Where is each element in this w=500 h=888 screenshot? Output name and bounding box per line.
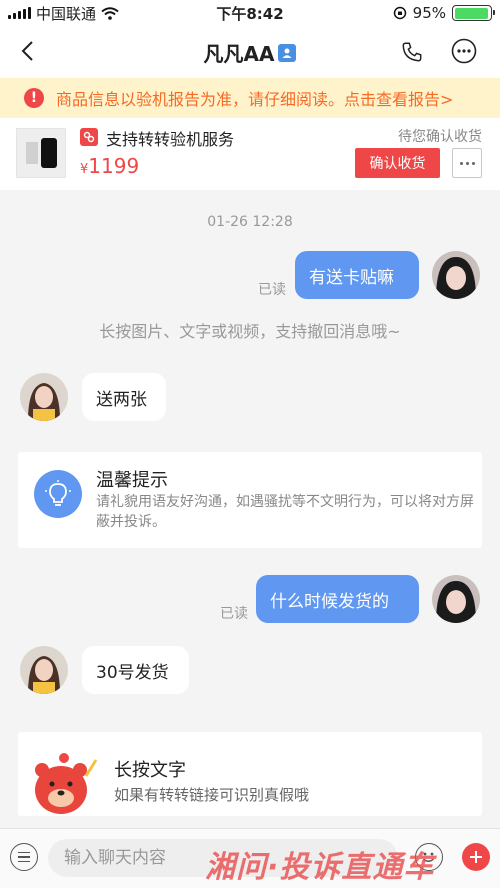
message-bubble-incoming[interactable]: 送两张 xyxy=(82,373,166,421)
tip-title: 温馨提示 xyxy=(96,470,168,491)
inspection-service-icon xyxy=(80,128,98,146)
product-price: ¥1199 xyxy=(80,154,139,178)
alert-icon: ! xyxy=(24,88,44,108)
contact-avatar[interactable] xyxy=(20,646,68,694)
status-right: 95% xyxy=(393,4,495,22)
orientation-lock-icon xyxy=(393,6,406,20)
notice-text: 商品信息以验机报告为准，请仔细阅读。点击查看报告> xyxy=(56,90,454,109)
promo-subtitle: 如果有转转链接可识别真假哦 xyxy=(114,786,310,804)
product-thumbnail[interactable] xyxy=(16,128,66,178)
order-product-bar: 支持转转验机服务 ¥1199 待您确认收货 确认收货 xyxy=(0,118,500,190)
order-status: 待您确认收货 xyxy=(398,129,482,145)
battery-percent: 95% xyxy=(412,4,446,22)
contact-avatar[interactable] xyxy=(20,373,68,421)
battery-fill xyxy=(454,7,488,19)
product-box-shape xyxy=(25,142,38,164)
read-receipt: 已读 xyxy=(220,606,248,622)
bear-mascot-icon xyxy=(28,750,100,816)
read-receipt: 已读 xyxy=(258,282,286,298)
chat-input[interactable] xyxy=(48,839,398,877)
warm-tip-card: 温馨提示 请礼貌用语友好沟通，如遇骚扰等不文明行为，可以将对方屏蔽并投诉。 xyxy=(18,452,482,548)
menu-icon[interactable] xyxy=(10,843,38,871)
tip-body: 请礼貌用语友好沟通，如遇骚扰等不文明行为，可以将对方屏蔽并投诉。 xyxy=(96,494,474,530)
back-button[interactable] xyxy=(12,36,42,66)
long-press-tip-card: 长按文字 如果有转转链接可识别真假哦 xyxy=(18,732,482,816)
recall-hint: 长按图片、文字或视频，支持撤回消息哦~ xyxy=(99,322,401,341)
status-bar: 中国联通 下午8:42 95% xyxy=(0,0,500,26)
price-value: 1199 xyxy=(88,154,140,178)
call-button[interactable] xyxy=(396,36,428,68)
carrier-name: 中国联通 xyxy=(36,4,97,23)
lightbulb-icon xyxy=(34,470,82,518)
nav-bar: 凡凡AA xyxy=(0,26,500,78)
promo-title: 长按文字 xyxy=(114,760,186,781)
input-bar xyxy=(0,828,500,888)
message-bubble-outgoing[interactable]: 有送卡贴嘛 xyxy=(295,251,419,299)
signal-icon xyxy=(8,7,31,19)
chat-timestamp: 01-26 12:28 xyxy=(207,214,293,230)
more-circle-icon xyxy=(451,38,477,64)
message-bubble-incoming[interactable]: 30号发货 xyxy=(82,646,189,694)
chevron-left-icon xyxy=(21,41,33,61)
my-avatar[interactable] xyxy=(432,575,480,623)
order-more-button[interactable] xyxy=(452,148,482,178)
status-left: 中国联通 xyxy=(8,3,119,24)
product-phone-shape xyxy=(40,138,57,168)
confirm-receipt-button[interactable]: 确认收货 xyxy=(355,148,440,178)
inspection-report-notice[interactable]: ! 商品信息以验机报告为准，请仔细阅读。点击查看报告> xyxy=(0,78,500,118)
message-bubble-outgoing[interactable]: 什么时候发货的 xyxy=(256,575,419,623)
more-options-button[interactable] xyxy=(448,35,480,67)
plus-icon[interactable] xyxy=(462,843,490,871)
battery-icon xyxy=(452,5,495,21)
emoji-icon[interactable] xyxy=(415,843,443,871)
phone-icon xyxy=(402,42,422,62)
product-title[interactable]: 支持转转验机服务 xyxy=(106,126,234,150)
verified-user-icon xyxy=(278,43,297,62)
my-avatar[interactable] xyxy=(432,251,480,299)
wifi-icon xyxy=(101,6,119,20)
contact-name: 凡凡AA xyxy=(203,42,275,66)
